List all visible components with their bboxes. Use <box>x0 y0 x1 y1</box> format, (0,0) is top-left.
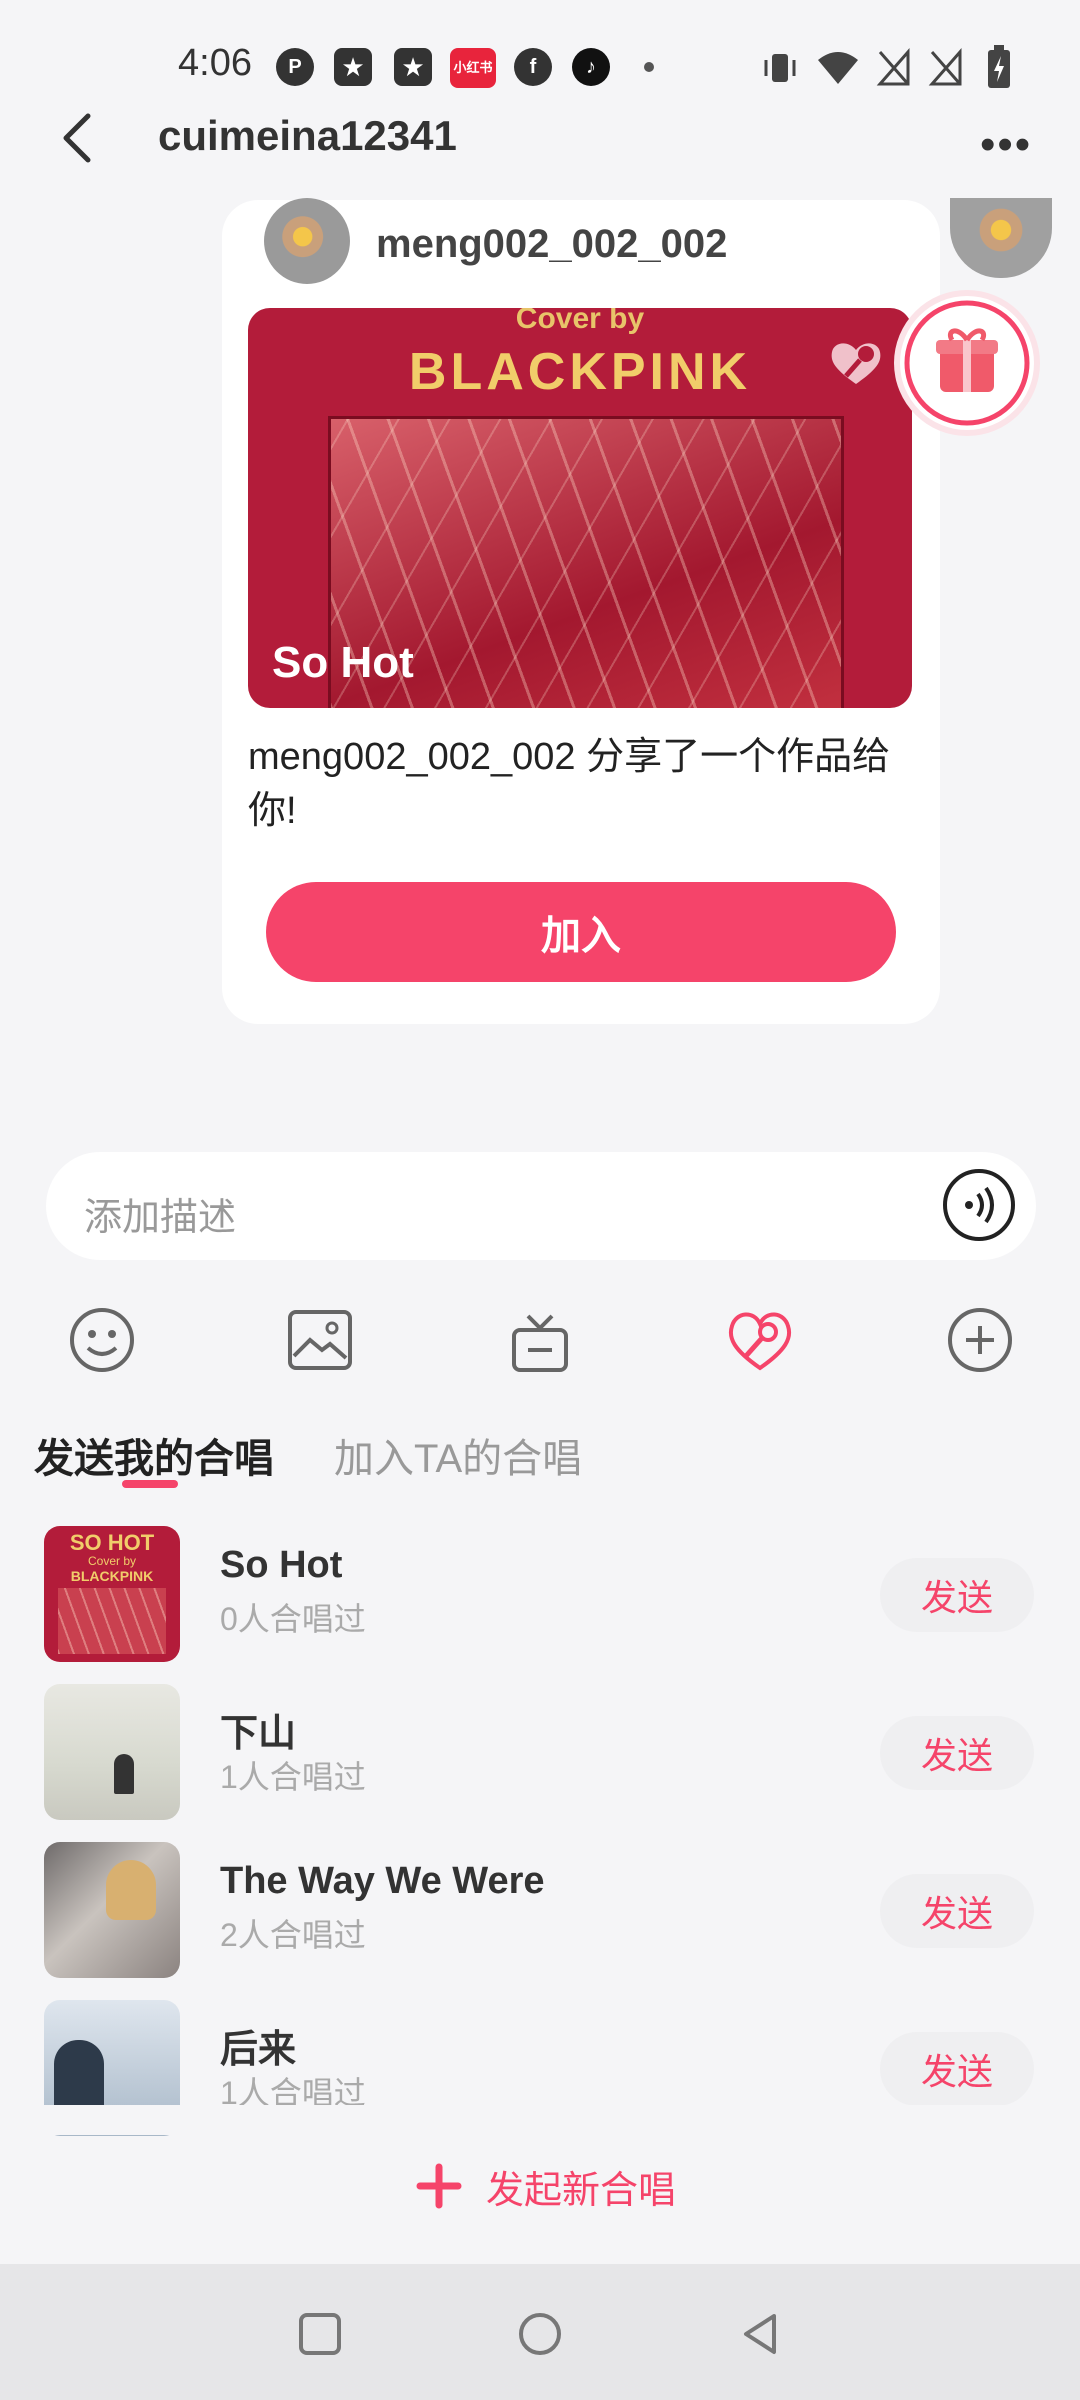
avatar[interactable] <box>950 198 1052 278</box>
star-app-icon: ★ <box>334 48 372 86</box>
song-title: 后来 <box>220 2029 297 2071</box>
battery-charging-icon <box>988 45 1010 88</box>
list-item: SO HOT Cover by BLACKPINK So Hot 0人合唱过 发… <box>0 1520 1080 1676</box>
work-cover[interactable]: Cover by BLACKPINK So Hot <box>248 308 912 708</box>
share-message: meng002_002_002 分享了一个作品给你! <box>248 736 891 832</box>
tab-indicator <box>122 1480 178 1488</box>
back-arrow-icon[interactable] <box>58 112 98 164</box>
home-icon[interactable] <box>516 2310 564 2358</box>
cover-brand-text: BLACKPINK <box>408 343 752 401</box>
avatar[interactable] <box>264 198 350 284</box>
send-button[interactable]: 发送 <box>880 1716 1034 1790</box>
recents-icon[interactable] <box>296 2310 344 2358</box>
more-dots-icon[interactable]: ••• <box>980 120 1032 170</box>
vibrate-icon <box>764 54 796 82</box>
sender-name: meng002_002_002 <box>376 222 728 266</box>
chorus-icon <box>831 343 881 384</box>
back-icon[interactable] <box>736 2310 784 2358</box>
list-item: 下山 1人合唱过 发送 <box>0 1678 1080 1834</box>
send-button[interactable]: 发送 <box>880 2032 1034 2106</box>
emoji-icon[interactable] <box>66 1304 138 1376</box>
tab-join-their-chorus[interactable]: 加入TA的合唱 <box>334 1426 582 1484</box>
wifi-icon <box>818 52 858 84</box>
song-title: So Hot <box>220 1544 343 1586</box>
join-button[interactable]: 加入 <box>266 882 896 982</box>
plus-icon <box>416 2163 462 2209</box>
add-icon[interactable] <box>944 1304 1016 1376</box>
tab-send-my-chorus[interactable]: 发送我的合唱 <box>34 1426 274 1484</box>
p-icon: P <box>276 48 314 86</box>
gift-icon[interactable] <box>504 1304 576 1376</box>
song-chorus-count: 0人合唱过 <box>220 1601 366 1637</box>
xiaohongshu-icon: 小红书 <box>450 48 496 88</box>
no-signal-icon <box>928 48 962 86</box>
no-signal-icon <box>876 48 910 86</box>
cover-song-title: So Hot <box>272 638 414 687</box>
tiktok-icon: ♪ <box>572 48 610 86</box>
list-clip <box>0 2105 1080 2135</box>
description-placeholder: 添加描述 <box>84 1197 237 1239</box>
send-button[interactable]: 发送 <box>880 1874 1034 1948</box>
new-chorus-button[interactable]: 发起新合唱 <box>416 2156 696 2216</box>
image-icon[interactable] <box>284 1304 356 1376</box>
song-thumbnail: SO HOT Cover by BLACKPINK <box>44 1526 180 1662</box>
list-item: The Way We Were 2人合唱过 发送 <box>0 1836 1080 1992</box>
gift-float-button[interactable] <box>900 296 1034 430</box>
gift-icon <box>904 300 1030 426</box>
star-app-icon: ★ <box>394 48 432 86</box>
status-time: 4:06 <box>178 42 252 84</box>
song-thumbnail <box>44 1684 180 1820</box>
song-chorus-count: 2人合唱过 <box>220 1917 366 1953</box>
song-thumbnail <box>44 1842 180 1978</box>
song-title: The Way We Were <box>220 1860 545 1902</box>
cover-top-text: Cover by <box>515 308 645 335</box>
voice-icon[interactable] <box>942 1168 1016 1242</box>
new-chorus-label: 发起新合唱 <box>486 2169 677 2212</box>
facebook-icon: f <box>514 48 552 86</box>
song-chorus-count: 1人合唱过 <box>220 1759 366 1795</box>
chorus-icon[interactable] <box>724 1304 796 1376</box>
dot-icon <box>644 62 654 72</box>
song-title: 下山 <box>220 1713 297 1755</box>
chat-title: cuimeina12341 <box>158 112 457 159</box>
send-button[interactable]: 发送 <box>880 1558 1034 1632</box>
